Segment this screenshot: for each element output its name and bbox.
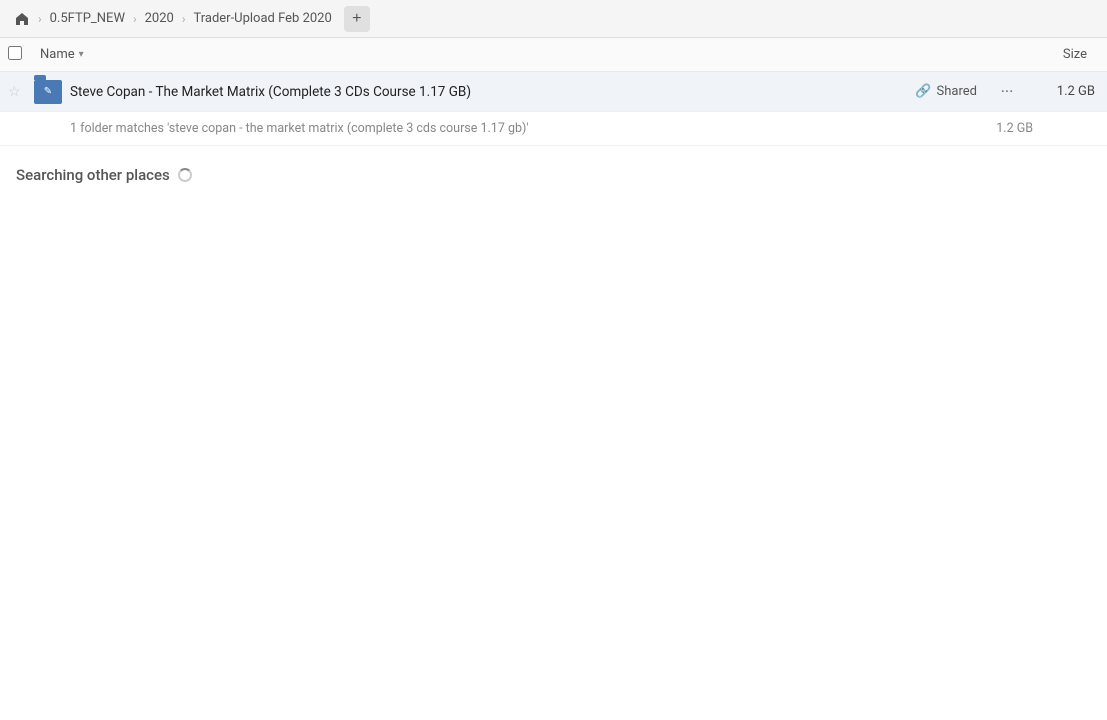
folder-symbol: ✎	[44, 86, 52, 97]
add-tab-button[interactable]: +	[344, 6, 370, 32]
more-options-button[interactable]: ···	[993, 78, 1021, 106]
select-all-checkbox-wrap[interactable]	[8, 46, 36, 64]
home-button[interactable]	[8, 7, 36, 31]
folder-icon: ✎	[34, 80, 62, 104]
link-icon: 🔗	[915, 84, 931, 99]
file-row[interactable]: ☆ ✎ Steve Copan - The Market Matrix (Com…	[0, 72, 1107, 112]
breadcrumb-item-ftp[interactable]: 0.5FTP_NEW	[44, 9, 131, 28]
column-header-row: Name ▾ Size	[0, 38, 1107, 72]
searching-section: Searching other places	[0, 146, 1107, 204]
select-all-checkbox[interactable]	[8, 46, 22, 60]
separator-1: ›	[38, 12, 42, 26]
star-button[interactable]: ☆	[8, 84, 32, 100]
more-icon: ···	[1001, 82, 1014, 101]
name-column-header[interactable]: Name ▾	[36, 45, 1019, 64]
match-text: 1 folder matches 'steve copan - the mark…	[70, 121, 996, 136]
separator-3: ›	[182, 12, 186, 26]
file-name: Steve Copan - The Market Matrix (Complet…	[70, 84, 907, 100]
searching-label: Searching other places	[16, 166, 170, 184]
size-column-header: Size	[1019, 47, 1099, 62]
shared-label: Shared	[937, 84, 977, 99]
breadcrumb-bar: › 0.5FTP_NEW › 2020 › Trader-Upload Feb …	[0, 0, 1107, 38]
breadcrumb-item-trader[interactable]: Trader-Upload Feb 2020	[187, 9, 337, 28]
separator-2: ›	[133, 12, 137, 26]
match-size: 1.2 GB	[996, 121, 1037, 136]
name-sort-icon: ▾	[79, 49, 84, 60]
breadcrumb-item-2020[interactable]: 2020	[139, 9, 180, 28]
searching-spinner	[178, 168, 192, 182]
match-info-row: 1 folder matches 'steve copan - the mark…	[0, 112, 1107, 146]
file-size: 1.2 GB	[1029, 84, 1099, 99]
shared-badge[interactable]: 🔗 Shared	[907, 82, 985, 101]
folder-icon-wrap: ✎	[32, 76, 64, 108]
